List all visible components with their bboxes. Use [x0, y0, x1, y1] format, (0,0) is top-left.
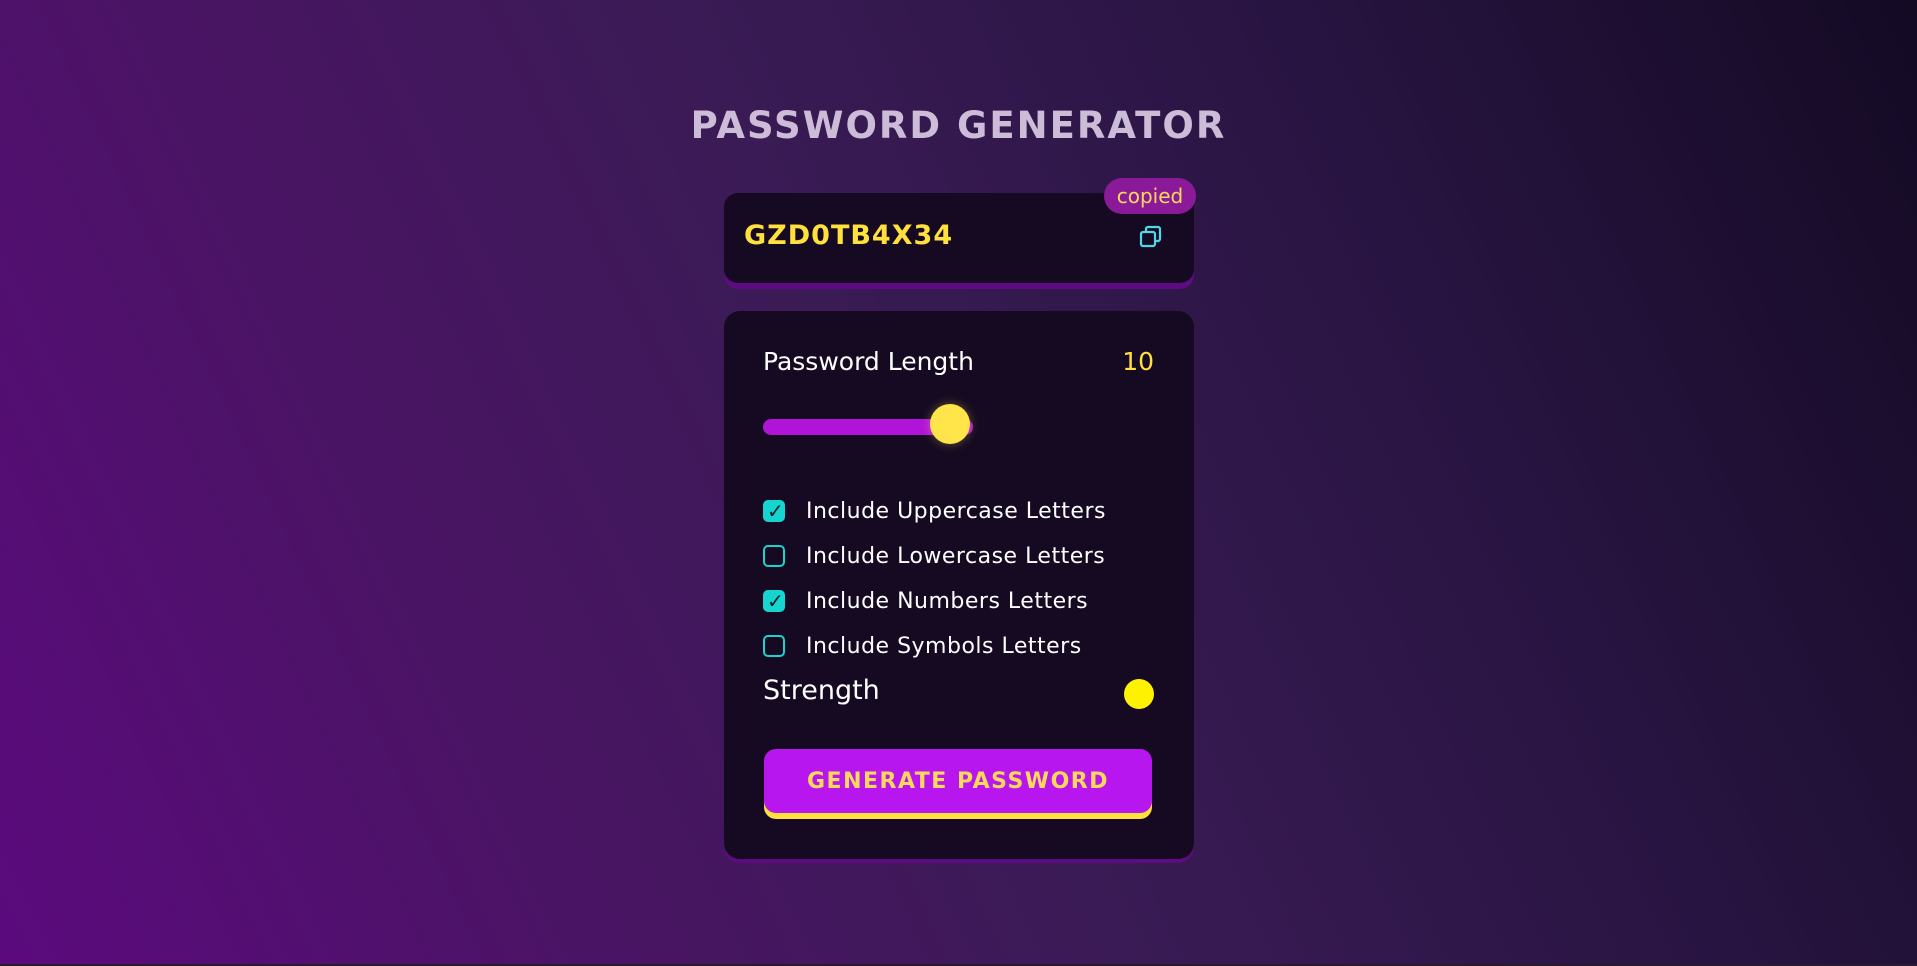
- length-slider-thumb[interactable]: [930, 404, 970, 444]
- generate-password-button[interactable]: GENERATE PASSWORD: [764, 749, 1152, 813]
- option-uppercase[interactable]: ✓ Include Uppercase Letters: [763, 496, 1106, 526]
- check-icon: ✓: [767, 589, 784, 613]
- uppercase-checkbox[interactable]: ✓: [763, 499, 785, 523]
- numbers-checkbox[interactable]: ✓: [763, 589, 785, 613]
- uppercase-label: Include Uppercase Letters: [806, 498, 1106, 524]
- check-icon: ✓: [767, 499, 784, 523]
- copy-icon[interactable]: [1138, 224, 1164, 250]
- symbols-checkbox[interactable]: [763, 635, 785, 657]
- option-symbols[interactable]: Include Symbols Letters: [763, 631, 1082, 661]
- option-lowercase[interactable]: Include Lowercase Letters: [763, 541, 1105, 571]
- copied-badge: copied: [1104, 178, 1196, 214]
- strength-indicator: [1124, 679, 1154, 709]
- page-title: PASSWORD GENERATOR: [690, 104, 1227, 147]
- password-length-value: 10: [1122, 347, 1154, 376]
- lowercase-checkbox[interactable]: [763, 545, 785, 567]
- symbols-label: Include Symbols Letters: [806, 633, 1082, 659]
- settings-card: Password Length 10 ✓ Include Uppercase L…: [724, 311, 1194, 859]
- numbers-label: Include Numbers Letters: [806, 588, 1089, 614]
- password-length-label: Password Length: [763, 347, 974, 376]
- password-text: GZD0TB4X34: [744, 220, 954, 251]
- option-numbers[interactable]: ✓ Include Numbers Letters: [763, 586, 1088, 616]
- lowercase-label: Include Lowercase Letters: [806, 543, 1106, 569]
- strength-label: Strength: [763, 675, 880, 706]
